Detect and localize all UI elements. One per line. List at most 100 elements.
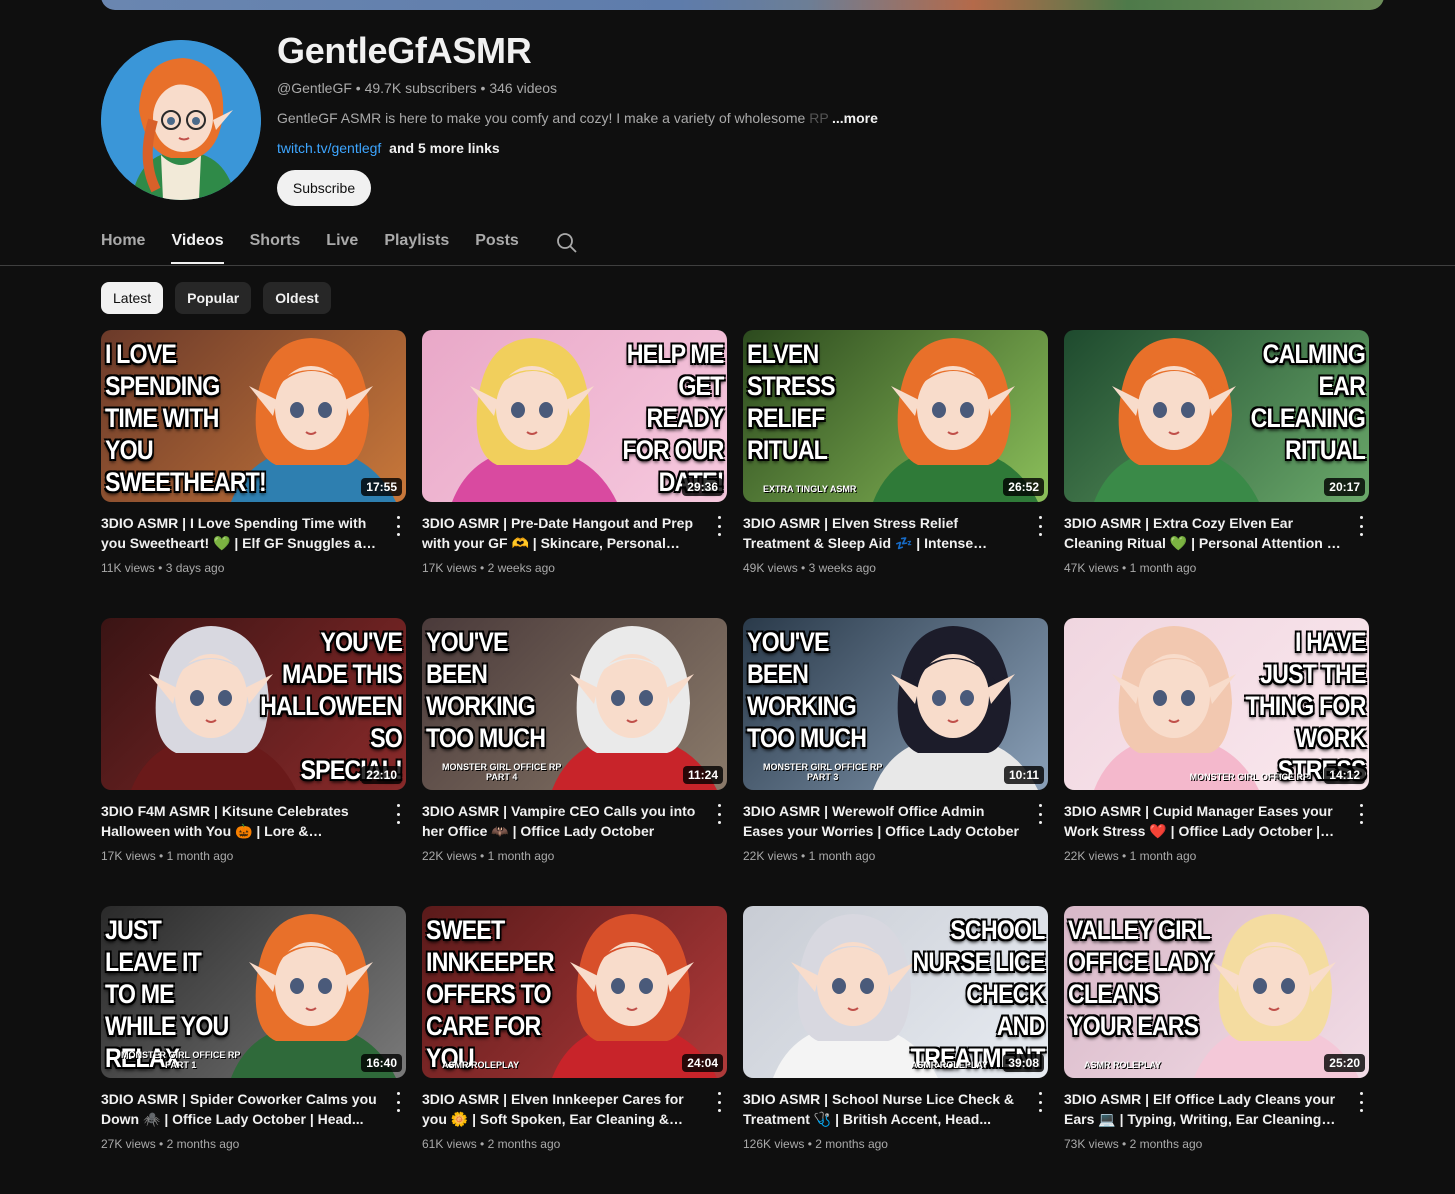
more-vert-icon[interactable]	[1032, 1092, 1048, 1112]
thumbnail-subtitle: MONSTER GIRL OFFICE RP PART 4	[442, 762, 562, 782]
sort-chip-popular[interactable]: Popular	[175, 282, 252, 314]
thumbnail-subtitle: ASMR ROLEPLAY	[1084, 1060, 1162, 1070]
video-card[interactable]: I HAVE JUST THE THING FOR WORK STRESS MON…	[1064, 618, 1369, 906]
thumbnail-subtitle: ASMR ROLEPLAY	[910, 1060, 988, 1070]
more-vert-icon[interactable]	[1353, 1092, 1369, 1112]
video-meta: 49K views • 3 weeks ago	[743, 561, 876, 575]
thumbnail-title-text: YOU'VE BEEN WORKING TOO MUCH	[426, 627, 546, 753]
more-vert-icon[interactable]	[1032, 804, 1048, 824]
sort-chip-latest[interactable]: Latest	[101, 282, 164, 314]
video-title[interactable]: 3DIO ASMR | Elven Innkeeper Cares for yo…	[422, 1089, 702, 1129]
thumbnail-subtitle: MONSTER GIRL OFFICE RP	[1189, 772, 1309, 782]
description-more-link[interactable]: ...more	[832, 110, 878, 126]
upload-age: 3 days ago	[165, 561, 225, 575]
meta-separator: •	[1118, 849, 1130, 863]
meta-separator: •	[1118, 1137, 1130, 1151]
video-duration: 17:55	[361, 478, 402, 496]
tab-posts[interactable]: Posts	[475, 224, 519, 264]
video-title[interactable]: 3DIO ASMR | Werewolf Office Admin Eases …	[743, 801, 1023, 841]
upload-age: 1 month ago	[1129, 561, 1197, 575]
tab-playlists[interactable]: Playlists	[384, 224, 449, 264]
video-card[interactable]: SWEET INNKEEPER OFFERS TO CARE FOR YOU AS…	[422, 906, 727, 1194]
video-card[interactable]: SCHOOL NURSE LICE CHECK AND TREATMENT ASM…	[743, 906, 1048, 1194]
more-vert-icon[interactable]	[390, 804, 406, 824]
video-meta: 47K views • 1 month ago	[1064, 561, 1196, 575]
video-card[interactable]: HELP ME GET READY FOR OUR DATE!29:36 3DIO…	[422, 330, 727, 618]
search-icon[interactable]	[556, 232, 578, 254]
video-card[interactable]: YOU'VE BEEN WORKING TOO MUCH MONSTER GIRL…	[743, 618, 1048, 906]
video-thumbnail[interactable]: HELP ME GET READY FOR OUR DATE!29:36	[422, 330, 727, 502]
video-title[interactable]: 3DIO ASMR | Spider Coworker Calms you Do…	[101, 1089, 381, 1129]
channel-avatar[interactable]	[101, 40, 261, 200]
video-title[interactable]: 3DIO ASMR | Elven Stress Relief Treatmen…	[743, 513, 1023, 553]
video-title[interactable]: 3DIO ASMR | Extra Cozy Elven Ear Cleanin…	[1064, 513, 1344, 553]
video-meta: 17K views • 2 weeks ago	[422, 561, 555, 575]
video-title[interactable]: 3DIO ASMR | Vampire CEO Calls you into h…	[422, 801, 702, 841]
meta-separator: •	[355, 80, 361, 96]
video-title[interactable]: 3DIO ASMR | Elf Office Lady Cleans your …	[1064, 1089, 1344, 1129]
meta-separator: •	[476, 1137, 488, 1151]
video-title[interactable]: 3DIO ASMR | Cupid Manager Eases your Wor…	[1064, 801, 1344, 841]
video-title[interactable]: 3DIO F4M ASMR | Kitsune Celebrates Hallo…	[101, 801, 381, 841]
video-thumbnail[interactable]: YOU'VE BEEN WORKING TOO MUCH MONSTER GIRL…	[743, 618, 1048, 790]
video-thumbnail[interactable]: YOU'VE MADE THIS HALLOWEEN SO SPECIAL! 22…	[101, 618, 406, 790]
thumbnail-title-text: YOU'VE BEEN WORKING TOO MUCH	[747, 627, 867, 753]
video-thumbnail[interactable]: YOU'VE BEEN WORKING TOO MUCH MONSTER GIRL…	[422, 618, 727, 790]
subscribe-button[interactable]: Subscribe	[277, 170, 371, 206]
more-links-button[interactable]: and 5 more links	[389, 140, 499, 156]
tab-home[interactable]: Home	[101, 224, 145, 264]
channel-description[interactable]: GentleGF ASMR is here to make you comfy …	[277, 110, 829, 126]
more-vert-icon[interactable]	[1353, 516, 1369, 536]
video-title[interactable]: 3DIO ASMR | Pre-Date Hangout and Prep wi…	[422, 513, 702, 553]
view-count: 49K views	[743, 561, 798, 575]
description-fade: RP	[809, 110, 829, 126]
video-title[interactable]: 3DIO ASMR | I Love Spending Time with yo…	[101, 513, 381, 553]
video-thumbnail[interactable]: ELVEN STRESS RELIEF RITUAL EXTRA TINGLY A…	[743, 330, 1048, 502]
tabs-divider	[0, 265, 1455, 266]
view-count: 27K views	[101, 1137, 156, 1151]
channel-banner	[101, 0, 1384, 10]
tab-shorts[interactable]: Shorts	[250, 224, 301, 264]
video-thumbnail[interactable]: CALMING EAR CLEANING RITUAL 20:17	[1064, 330, 1369, 502]
thumbnail-title-text: SCHOOL NURSE LICE CHECK AND TREATMENT	[910, 915, 1045, 1073]
more-vert-icon[interactable]	[711, 804, 727, 824]
more-vert-icon[interactable]	[711, 1092, 727, 1112]
channel-links: twitch.tv/gentlegf and 5 more links	[277, 140, 500, 156]
thumbnail-title-text: HELP ME GET READY FOR OUR DATE!	[621, 339, 724, 497]
video-card[interactable]: CALMING EAR CLEANING RITUAL 20:17 3DIO ASM…	[1064, 330, 1369, 618]
video-card[interactable]: VALLEY GIRL OFFICE LADY CLEANS YOUR EARS…	[1064, 906, 1369, 1194]
meta-separator: •	[797, 561, 809, 575]
video-duration: 16:40	[361, 1054, 402, 1072]
view-count: 22K views	[743, 849, 798, 863]
upload-age: 2 months ago	[487, 1137, 561, 1151]
sort-chip-oldest[interactable]: Oldest	[263, 282, 331, 314]
video-duration: 14:12	[1324, 766, 1365, 784]
tab-videos[interactable]: Videos	[171, 224, 224, 264]
more-vert-icon[interactable]	[390, 1092, 406, 1112]
video-thumbnail[interactable]: I HAVE JUST THE THING FOR WORK STRESS MON…	[1064, 618, 1369, 790]
tab-live[interactable]: Live	[326, 224, 358, 264]
more-vert-icon[interactable]	[1032, 516, 1048, 536]
channel-link[interactable]: twitch.tv/gentlegf	[277, 140, 381, 156]
video-thumbnail[interactable]: VALLEY GIRL OFFICE LADY CLEANS YOUR EARS…	[1064, 906, 1369, 1078]
video-meta: 27K views • 2 months ago	[101, 1137, 239, 1151]
video-thumbnail[interactable]: I LOVE SPENDING TIME WITH YOU SWEETHEART…	[101, 330, 406, 502]
channel-handle: @GentleGF	[277, 80, 352, 96]
video-thumbnail[interactable]: JUST LEAVE IT TO ME WHILE YOU RELAX MONST…	[101, 906, 406, 1078]
more-vert-icon[interactable]	[390, 516, 406, 536]
view-count: 47K views	[1064, 561, 1119, 575]
video-card[interactable]: I LOVE SPENDING TIME WITH YOU SWEETHEART…	[101, 330, 406, 618]
video-meta: 22K views • 1 month ago	[1064, 849, 1196, 863]
video-card[interactable]: ELVEN STRESS RELIEF RITUAL EXTRA TINGLY A…	[743, 330, 1048, 618]
video-title[interactable]: 3DIO ASMR | School Nurse Lice Check & Tr…	[743, 1089, 1023, 1129]
more-vert-icon[interactable]	[1353, 804, 1369, 824]
video-thumbnail[interactable]: SWEET INNKEEPER OFFERS TO CARE FOR YOU AS…	[422, 906, 727, 1078]
video-thumbnail[interactable]: SCHOOL NURSE LICE CHECK AND TREATMENT ASM…	[743, 906, 1048, 1078]
more-vert-icon[interactable]	[711, 516, 727, 536]
video-card[interactable]: YOU'VE BEEN WORKING TOO MUCH MONSTER GIRL…	[422, 618, 727, 906]
video-card[interactable]: JUST LEAVE IT TO ME WHILE YOU RELAX MONST…	[101, 906, 406, 1194]
video-card[interactable]: YOU'VE MADE THIS HALLOWEEN SO SPECIAL! 22…	[101, 618, 406, 906]
video-duration: 22:10	[361, 766, 402, 784]
thumbnail-title-text: I HAVE JUST THE THING FOR WORK STRESS	[1245, 627, 1366, 785]
video-duration: 25:20	[1324, 1054, 1365, 1072]
